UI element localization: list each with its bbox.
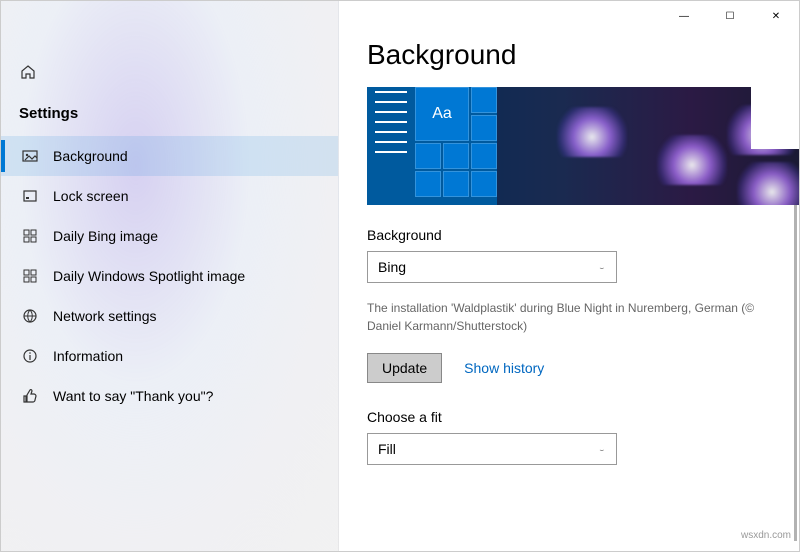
info-icon	[21, 347, 39, 365]
fit-label: Choose a fit	[367, 409, 769, 425]
fit-select-value: Fill	[378, 441, 396, 457]
sidebar-item-label: Want to say "Thank you"?	[53, 388, 213, 404]
preview-tile-aa: Aa	[415, 87, 469, 141]
sidebar: Settings Background Lock screen Daily Bi…	[1, 1, 339, 551]
preview-window	[751, 87, 799, 149]
chevron-down-icon: ⌄	[598, 264, 606, 270]
close-button[interactable]: ✕	[753, 1, 799, 31]
minimize-button[interactable]: —	[661, 1, 707, 31]
home-button[interactable]	[1, 57, 338, 95]
update-button[interactable]: Update	[367, 353, 442, 383]
image-caption: The installation 'Waldplastik' during Bl…	[367, 299, 769, 335]
sidebar-item-label: Network settings	[53, 308, 156, 324]
chevron-down-icon: ⌄	[598, 446, 606, 452]
sidebar-item-daily-bing[interactable]: Daily Bing image	[1, 216, 338, 256]
sidebar-item-label: Daily Bing image	[53, 228, 158, 244]
sidebar-item-background[interactable]: Background	[1, 136, 338, 176]
sidebar-item-daily-spotlight[interactable]: Daily Windows Spotlight image	[1, 256, 338, 296]
sidebar-item-network[interactable]: Network settings	[1, 296, 338, 336]
sidebar-item-thankyou[interactable]: Want to say "Thank you"?	[1, 376, 338, 416]
sidebar-item-label: Background	[53, 148, 128, 164]
grid-icon	[21, 227, 39, 245]
sidebar-item-label: Information	[53, 348, 123, 364]
globe-icon	[21, 307, 39, 325]
sidebar-item-lockscreen[interactable]: Lock screen	[1, 176, 338, 216]
page-title: Background	[367, 39, 769, 71]
preview-start-panel: Aa	[367, 87, 497, 205]
show-history-link[interactable]: Show history	[464, 360, 544, 376]
maximize-button[interactable]: ☐	[707, 1, 753, 31]
sidebar-item-label: Lock screen	[53, 188, 128, 204]
background-select[interactable]: Bing ⌄	[367, 251, 617, 283]
background-preview: Aa	[367, 87, 799, 205]
main-content: Background Aa Background Bi	[339, 1, 799, 551]
watermark: wsxdn.com	[741, 530, 791, 541]
sidebar-item-label: Daily Windows Spotlight image	[53, 268, 245, 284]
sidebar-title: Settings	[1, 95, 338, 136]
background-label: Background	[367, 227, 769, 243]
home-icon	[19, 63, 37, 81]
thumbsup-icon	[21, 387, 39, 405]
titlebar: — ☐ ✕	[661, 1, 799, 31]
background-select-value: Bing	[378, 259, 406, 275]
fit-select[interactable]: Fill ⌄	[367, 433, 617, 465]
grid-icon	[21, 267, 39, 285]
sidebar-item-information[interactable]: Information	[1, 336, 338, 376]
lockscreen-icon	[21, 187, 39, 205]
picture-icon	[21, 147, 39, 165]
